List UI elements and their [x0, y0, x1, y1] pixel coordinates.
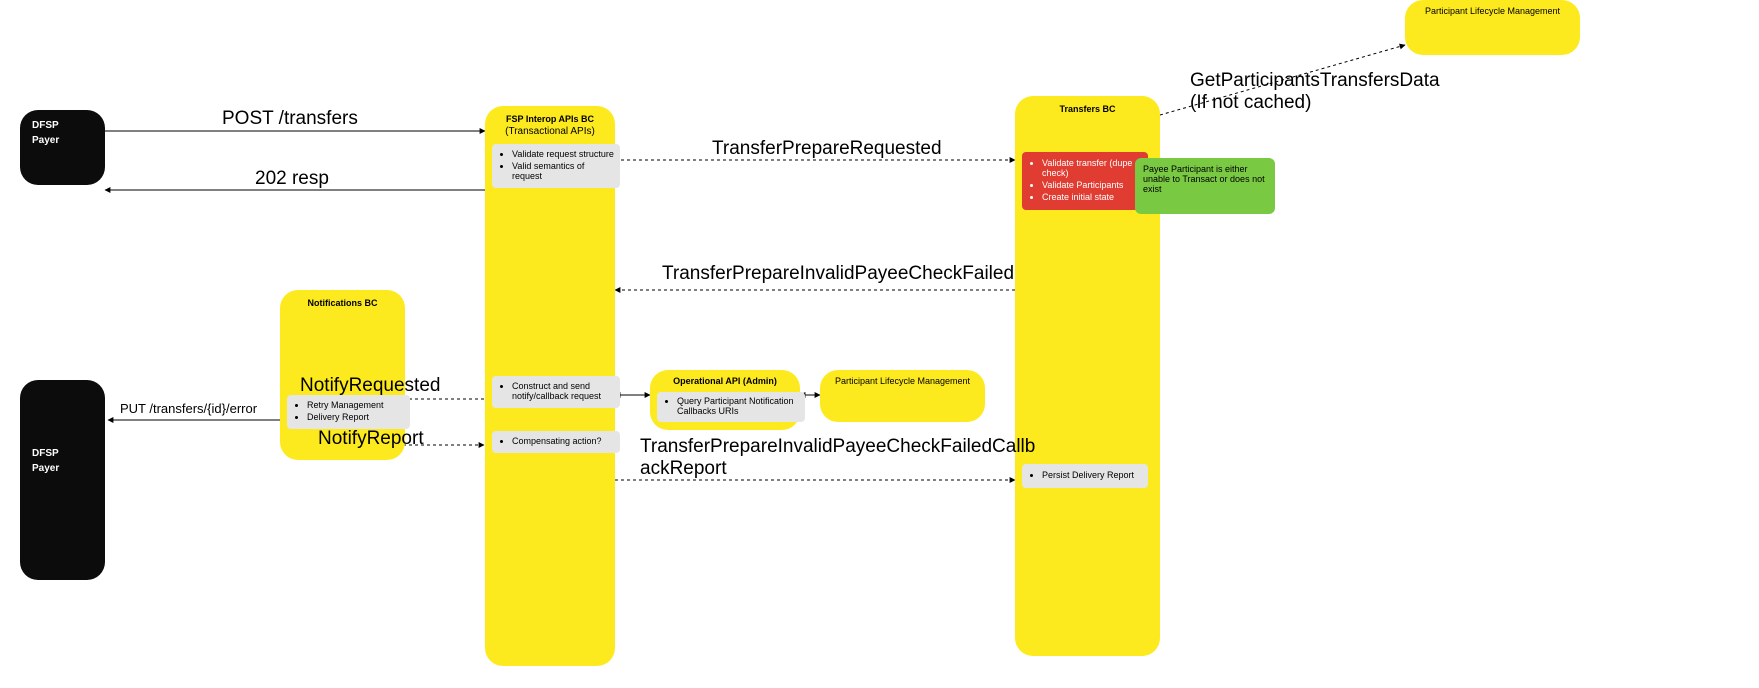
- box-title: Transfers BC: [1015, 96, 1160, 114]
- task-item: Construct and send notify/callback reque…: [512, 381, 614, 401]
- label-get-participants: GetParticipantsTransfersData (If not cac…: [1190, 70, 1440, 114]
- box-subtitle: (Transactional APIs): [485, 126, 615, 137]
- box-title: Participant Lifecycle Management: [1405, 0, 1580, 16]
- actor-label: Payer: [32, 463, 93, 474]
- task-item: Validate Participants: [1042, 180, 1142, 190]
- task-item: Retry Management: [307, 400, 404, 410]
- label-callback-report: TransferPrepareInvalidPayeeCheckFailedCa…: [640, 436, 1035, 480]
- task-notifications: Retry Management Delivery Report: [287, 395, 410, 429]
- task-item: Valid semantics of request: [512, 161, 614, 181]
- label-202-resp: 202 resp: [255, 168, 329, 190]
- payee-participant-note: Payee Participant is either unable to Tr…: [1135, 158, 1275, 214]
- task-item: Validate request structure: [512, 149, 614, 159]
- label-transfer-prepare-invalid: TransferPrepareInvalidPayeeCheckFailed: [662, 263, 1014, 285]
- task-item: Validate transfer (dupe check): [1042, 158, 1142, 178]
- connector-lines: [0, 0, 1759, 688]
- box-title: Notifications BC: [280, 290, 405, 308]
- task-validate-request: Validate request structure Valid semanti…: [492, 144, 620, 188]
- actor-label: DFSP: [32, 448, 93, 459]
- label-transfer-prepare-requested: TransferPrepareRequested: [712, 138, 942, 160]
- label-post-transfers: POST /transfers: [222, 108, 358, 130]
- box-title: Operational API (Admin): [650, 370, 800, 386]
- task-query-callbacks: Query Participant Notification Callbacks…: [657, 392, 805, 422]
- task-compensating-action: Compensating action?: [492, 431, 620, 453]
- task-item: Compensating action?: [512, 436, 614, 446]
- actor-label: Payer: [32, 135, 93, 146]
- actor-dfsp-payer-bottom: DFSP Payer: [20, 380, 105, 580]
- fsp-interop-apis-bc: FSP Interop APIs BC (Transactional APIs)…: [485, 106, 615, 666]
- task-item: Delivery Report: [307, 412, 404, 422]
- operational-api-admin: Operational API (Admin) Query Participan…: [650, 370, 800, 430]
- box-title: FSP Interop APIs BC: [485, 106, 615, 124]
- label-put-transfers-error: PUT /transfers/{id}/error: [120, 401, 257, 416]
- participant-lifecycle-mgmt-large: Participant Lifecycle Management: [1405, 0, 1580, 55]
- box-title: Participant Lifecycle Management: [820, 370, 985, 386]
- note-text: Payee Participant is either unable to Tr…: [1143, 164, 1267, 194]
- actor-label: DFSP: [32, 120, 93, 131]
- task-persist-delivery-report: Persist Delivery Report: [1022, 464, 1148, 488]
- task-item: Create initial state: [1042, 192, 1142, 202]
- task-validate-transfer: Validate transfer (dupe check) Validate …: [1022, 152, 1148, 210]
- task-item: Persist Delivery Report: [1042, 470, 1142, 480]
- label-notify-requested: NotifyRequested: [300, 375, 440, 397]
- task-construct-callback: Construct and send notify/callback reque…: [492, 376, 620, 408]
- actor-dfsp-payer-top: DFSP Payer: [20, 110, 105, 185]
- participant-lifecycle-mgmt-small: Participant Lifecycle Management: [820, 370, 985, 422]
- label-notify-report: NotifyReport: [318, 428, 424, 450]
- task-item: Query Participant Notification Callbacks…: [677, 396, 799, 416]
